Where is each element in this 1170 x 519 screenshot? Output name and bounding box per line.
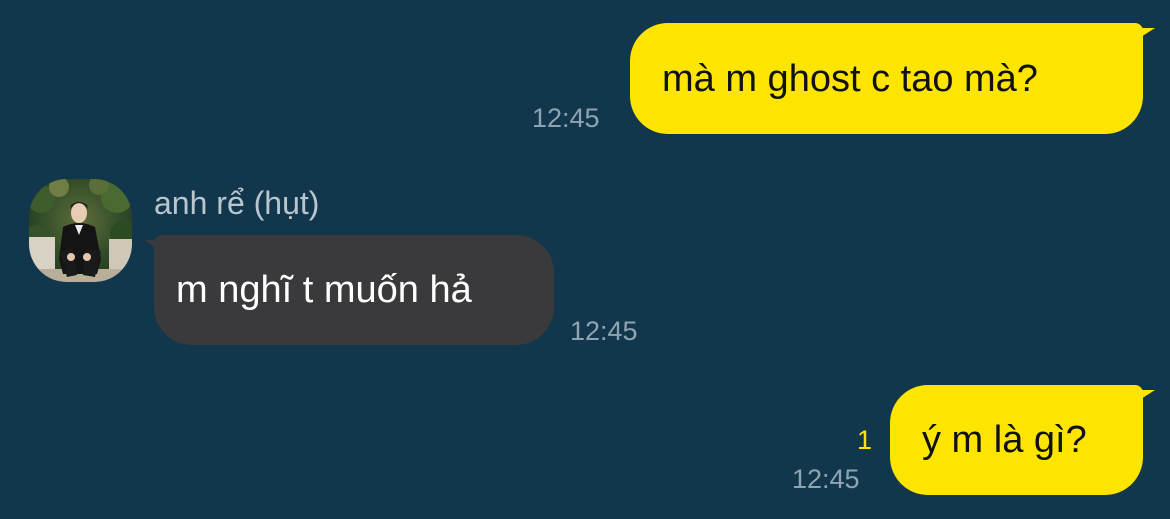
incoming-message-bubble[interactable]: m nghĩ t muốn hả xyxy=(154,235,554,345)
unread-count-badge: 1 xyxy=(857,425,873,455)
contact-avatar[interactable] xyxy=(29,179,132,282)
outgoing-message-bubble[interactable]: mà m ghost c tao mà? xyxy=(630,23,1143,134)
message-text: m nghĩ t muốn hả xyxy=(176,269,472,311)
message-timestamp: 12:45 xyxy=(792,464,860,494)
message-text: ý m là gì? xyxy=(922,419,1087,461)
outgoing-message-bubble[interactable]: ý m là gì? xyxy=(890,385,1143,495)
message-text: mà m ghost c tao mà? xyxy=(662,57,1038,100)
sender-name: anh rể (hụt) xyxy=(154,185,320,221)
message-timestamp: 12:45 xyxy=(570,316,638,346)
avatar-photo-icon xyxy=(29,179,132,282)
message-timestamp: 12:45 xyxy=(532,103,600,133)
chat-area: mà m ghost c tao mà? 12:45 anh rể (hụt) … xyxy=(0,0,1170,519)
